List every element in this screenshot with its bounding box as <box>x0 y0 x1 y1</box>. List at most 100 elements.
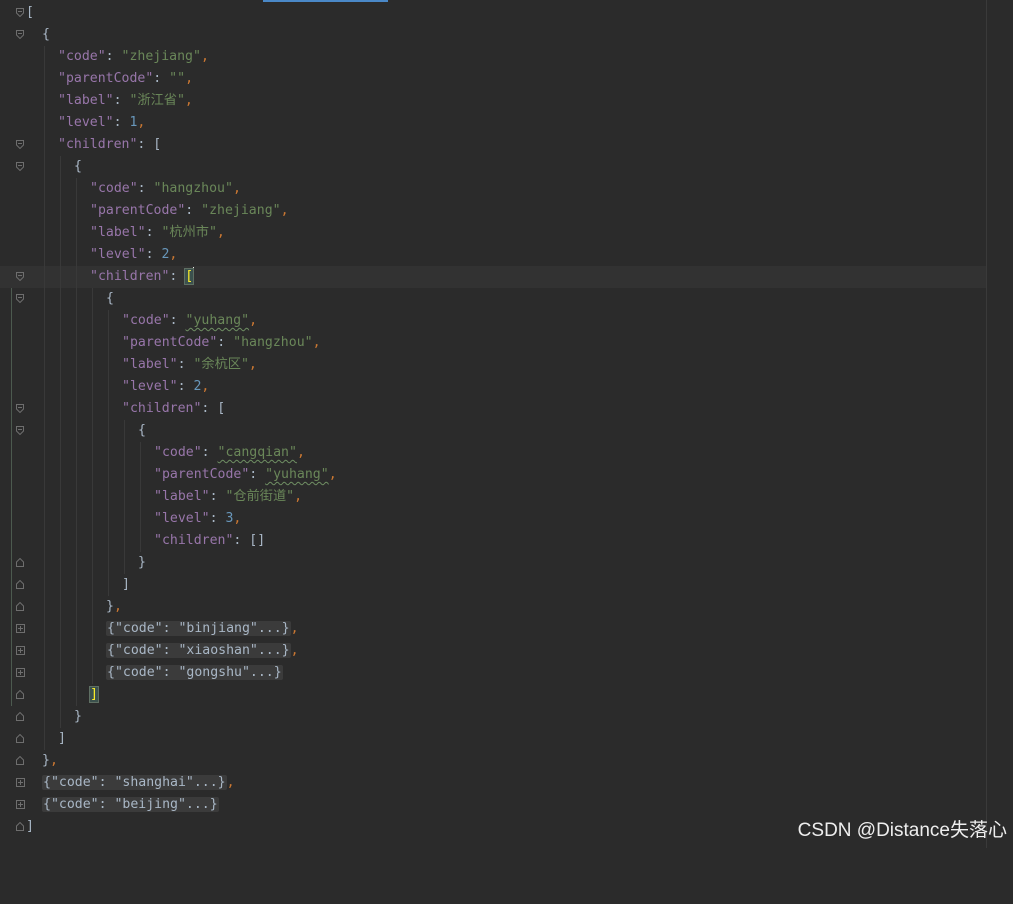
fold-close-icon[interactable] <box>16 822 24 831</box>
fold-collapsed-icon[interactable] <box>16 668 25 677</box>
code-line[interactable]: {"code": "shanghai"...}, <box>0 772 986 794</box>
json-key: "level" <box>154 511 210 526</box>
code-line[interactable]: "code": "zhejiang", <box>0 46 986 68</box>
indent-guide <box>44 112 45 134</box>
code-line[interactable]: "children": [ <box>0 134 986 156</box>
indent-guide <box>92 420 93 442</box>
indent-guide <box>108 530 109 552</box>
fold-open-icon[interactable] <box>16 162 24 171</box>
indent-guide <box>124 530 125 552</box>
code-line[interactable]: "code": "cangqian", <box>0 442 986 464</box>
indent-guide <box>44 706 45 728</box>
fold-collapsed-icon[interactable] <box>16 800 25 809</box>
fold-collapsed-icon[interactable] <box>16 624 25 633</box>
folded-region-shanghai[interactable]: {"code": "shanghai"...} <box>42 775 227 790</box>
indent-guide <box>92 662 93 684</box>
folded-region-gongshu[interactable]: {"code": "gongshu"...} <box>106 665 283 680</box>
code-line[interactable]: { <box>0 156 986 178</box>
fold-collapsed-icon[interactable] <box>16 646 25 655</box>
code-line[interactable]: { <box>0 288 986 310</box>
code-line[interactable]: "level": 1, <box>0 112 986 134</box>
code-line[interactable]: "parentCode": "hangzhou", <box>0 332 986 354</box>
code-line[interactable]: "children": [ <box>0 398 986 420</box>
indent-guide <box>60 266 61 288</box>
indent-guide <box>108 354 109 376</box>
code-line[interactable]: { <box>0 420 986 442</box>
fold-open-icon[interactable] <box>16 8 24 17</box>
code-line[interactable]: "label": "杭州市", <box>0 222 986 244</box>
code-line[interactable]: "level": 3, <box>0 508 986 530</box>
indent-guide <box>76 530 77 552</box>
fold-open-icon[interactable] <box>16 426 24 435</box>
code-line[interactable]: "children": [] <box>0 530 986 552</box>
code-line[interactable]: {"code": "xiaoshan"...}, <box>0 640 986 662</box>
indent-guide <box>60 640 61 662</box>
fold-open-icon[interactable] <box>16 272 24 281</box>
folded-region-xiaoshan[interactable]: {"code": "xiaoshan"...} <box>106 643 291 658</box>
indent-guide <box>76 508 77 530</box>
indent-guide <box>108 574 109 596</box>
fold-open-icon[interactable] <box>16 140 24 149</box>
fold-open-icon[interactable] <box>16 30 24 39</box>
indent-guide <box>60 596 61 618</box>
folded-region-beijing[interactable]: {"code": "beijing"...} <box>42 797 219 812</box>
fold-close-icon[interactable] <box>16 602 24 611</box>
code-line[interactable]: ] <box>0 574 986 596</box>
json-key: "children" <box>90 269 170 284</box>
indent-guide <box>76 222 77 244</box>
json-array: [] <box>249 533 266 548</box>
fold-close-icon[interactable] <box>16 756 24 765</box>
indent-guide <box>60 354 61 376</box>
code-line[interactable]: "level": 2, <box>0 376 986 398</box>
code-line[interactable]: "label": "余杭区", <box>0 354 986 376</box>
indent-guide <box>60 684 61 706</box>
code-line[interactable]: "parentCode": "yuhang", <box>0 464 986 486</box>
code-line[interactable]: "level": 2, <box>0 244 986 266</box>
json-key: "level" <box>90 247 146 262</box>
indent-guide <box>76 288 77 310</box>
code-line[interactable]: ] <box>0 728 986 750</box>
indent-guide <box>140 442 141 464</box>
json-key: "code" <box>90 181 138 196</box>
indent-guide <box>44 200 45 222</box>
indent-guide <box>60 200 61 222</box>
code-line[interactable]: "parentCode": "", <box>0 68 986 90</box>
fold-open-icon[interactable] <box>16 404 24 413</box>
fold-close-icon[interactable] <box>16 580 24 589</box>
fold-close-icon[interactable] <box>16 690 24 699</box>
code-line[interactable]: {"code": "beijing"...} <box>0 794 986 816</box>
indent-guide <box>92 354 93 376</box>
code-line[interactable]: [ <box>0 2 986 24</box>
current-code-line[interactable]: "children": [ <box>0 266 986 288</box>
fold-close-icon[interactable] <box>16 558 24 567</box>
indent-guide <box>108 398 109 420</box>
fold-close-icon[interactable] <box>16 712 24 721</box>
code-line[interactable]: }, <box>0 596 986 618</box>
indent-guide <box>44 156 45 178</box>
right-margin-guide <box>986 0 987 848</box>
code-line[interactable]: "code": "yuhang", <box>0 310 986 332</box>
json-key: "code" <box>154 445 202 460</box>
code-line[interactable]: "parentCode": "zhejiang", <box>0 200 986 222</box>
indent-guide <box>60 486 61 508</box>
code-line[interactable]: {"code": "binjiang"...}, <box>0 618 986 640</box>
code-editor[interactable]: [ { "code": "zhejiang", "parentCode": ""… <box>0 0 986 848</box>
indent-guide <box>76 618 77 640</box>
indent-guide <box>60 156 61 178</box>
code-line[interactable]: }, <box>0 750 986 772</box>
indent-guide <box>108 310 109 332</box>
code-line[interactable]: } <box>0 552 986 574</box>
code-line[interactable]: "code": "hangzhou", <box>0 178 986 200</box>
fold-close-icon[interactable] <box>16 734 24 743</box>
indent-guide <box>60 332 61 354</box>
indent-guide <box>92 552 93 574</box>
fold-open-icon[interactable] <box>16 294 24 303</box>
folded-region-binjiang[interactable]: {"code": "binjiang"...} <box>106 621 291 636</box>
code-line[interactable]: ] <box>0 684 986 706</box>
code-line[interactable]: {"code": "gongshu"...} <box>0 662 986 684</box>
code-line[interactable]: "label": "仓前街道", <box>0 486 986 508</box>
fold-collapsed-icon[interactable] <box>16 778 25 787</box>
code-line[interactable]: "label": "浙江省", <box>0 90 986 112</box>
code-line[interactable]: } <box>0 706 986 728</box>
code-line[interactable]: { <box>0 24 986 46</box>
